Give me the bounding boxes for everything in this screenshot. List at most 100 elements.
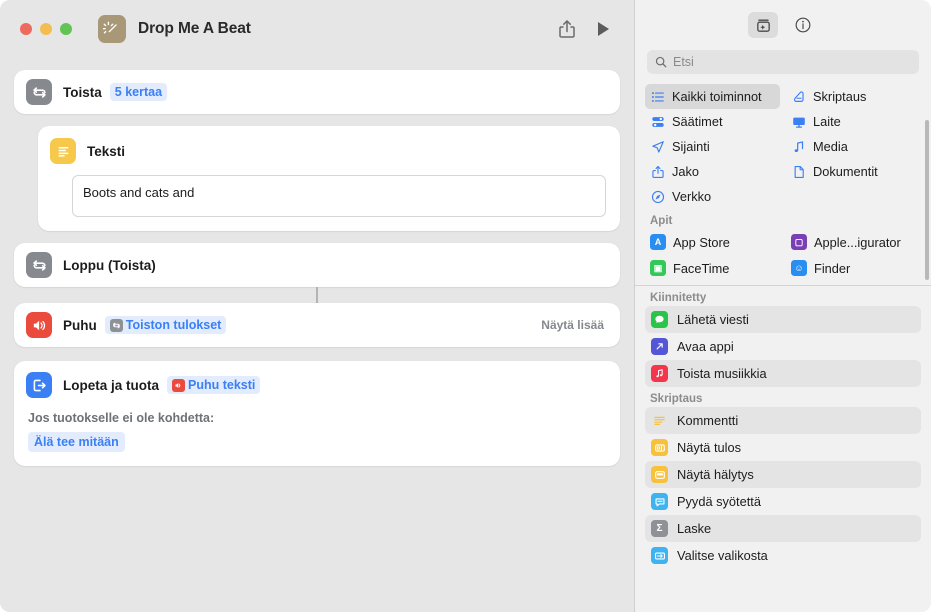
category-label: Laite bbox=[813, 114, 841, 129]
category-sijainti[interactable]: Sijainti bbox=[645, 134, 780, 159]
app-store-icon: A bbox=[650, 234, 666, 250]
finder-icon: ☺ bbox=[791, 260, 807, 276]
messages-icon bbox=[651, 311, 668, 328]
app-item-facetime[interactable]: ▣ FaceTime bbox=[645, 255, 780, 281]
list-item-valitse-valikosta[interactable]: Valitse valikosta bbox=[645, 542, 921, 569]
category-label: Jako bbox=[672, 164, 700, 179]
search-placeholder: Etsi bbox=[673, 55, 694, 69]
script-icon bbox=[791, 89, 806, 104]
action-connector-line bbox=[316, 287, 318, 303]
app-item-apple-configurator[interactable]: ▢ Apple...igurator bbox=[786, 229, 921, 255]
action-card-repeat[interactable]: Toista 5 kertaa bbox=[14, 70, 620, 114]
app-label: Finder bbox=[814, 260, 851, 276]
list-item-nayta-tulos[interactable]: Näytä tulos bbox=[645, 434, 921, 461]
exit-icon bbox=[26, 372, 52, 398]
app-label: App Store bbox=[673, 234, 730, 250]
list-item-label: Kommentti bbox=[677, 413, 739, 428]
action-title: Teksti bbox=[87, 143, 126, 159]
category-grid: Kaikki toiminnot Skriptaus Säätimet Lait… bbox=[635, 84, 931, 209]
token-label: Puhu teksti bbox=[188, 378, 256, 392]
section-header-pinned: Kiinnitetty bbox=[650, 292, 707, 304]
category-dokumentit[interactable]: Dokumentit bbox=[786, 159, 921, 184]
play-icon[interactable] bbox=[588, 14, 618, 44]
action-title: Toista bbox=[63, 84, 102, 100]
action-card-end-repeat[interactable]: Loppu (Toista) bbox=[14, 243, 620, 287]
calculate-icon: Σ bbox=[651, 520, 668, 537]
zoom-button[interactable] bbox=[60, 22, 72, 35]
category-label: Säätimet bbox=[672, 114, 723, 129]
list-item-avaa-appi[interactable]: Avaa appi bbox=[645, 333, 921, 360]
apps-grid: A App Store ▢ Apple...igurator ▣ FaceTim… bbox=[635, 229, 931, 281]
list-item-label: Avaa appi bbox=[677, 339, 734, 354]
category-label: Media bbox=[813, 139, 848, 154]
output-source-token[interactable]: Puhu teksti bbox=[167, 376, 261, 394]
repeat-icon bbox=[109, 318, 123, 332]
action-title: Loppu (Toista) bbox=[63, 257, 156, 273]
list-item-label: Lähetä viesti bbox=[677, 312, 749, 327]
category-skriptaus[interactable]: Skriptaus bbox=[786, 84, 921, 109]
close-button[interactable] bbox=[20, 22, 32, 35]
text-icon bbox=[50, 138, 76, 164]
info-circle-icon[interactable] bbox=[788, 12, 818, 38]
action-card-stop-and-output[interactable]: Lopeta ja tuota Puhu teksti Jos tuotokse… bbox=[14, 361, 620, 466]
workflow-canvas: Toista 5 kertaa Teksti Boots and cats an… bbox=[0, 57, 634, 612]
minimize-button[interactable] bbox=[40, 22, 52, 35]
list-item-kommentti[interactable]: Kommentti bbox=[645, 407, 921, 434]
token-label: Toiston tulokset bbox=[125, 318, 222, 332]
repeat-count-token[interactable]: 5 kertaa bbox=[109, 83, 168, 101]
category-kaikki-toiminnot[interactable]: Kaikki toiminnot bbox=[645, 84, 780, 109]
share-icon[interactable] bbox=[552, 14, 582, 44]
speak-input-token[interactable]: Toiston tulokset bbox=[104, 316, 227, 334]
list-item-label: Näytä hälytys bbox=[677, 467, 754, 482]
list-item-label: Toista musiikkia bbox=[677, 366, 767, 381]
location-arrow-icon bbox=[650, 139, 665, 154]
list-item-pyyda-syotetta[interactable]: Pyydä syötettä bbox=[645, 488, 921, 515]
list-item-laheta-viesti[interactable]: Lähetä viesti bbox=[645, 306, 921, 333]
list-item-laske[interactable]: Σ Laske bbox=[645, 515, 921, 542]
category-label: Sijainti bbox=[672, 139, 710, 154]
token-label: 5 kertaa bbox=[114, 85, 163, 99]
show-alert-icon bbox=[651, 466, 668, 483]
library-list: Kiinnitetty Lähetä viesti Avaa appi Tois… bbox=[635, 286, 931, 612]
action-card-speak[interactable]: Puhu Toiston tulokset Näytä lisää bbox=[14, 303, 620, 347]
ask-input-icon bbox=[651, 493, 668, 510]
search-container: Etsi bbox=[635, 50, 931, 84]
music-icon bbox=[651, 365, 668, 382]
app-item-finder[interactable]: ☺ Finder bbox=[786, 255, 921, 281]
window-titlebar: Drop Me A Beat bbox=[0, 0, 634, 57]
share-icon bbox=[650, 164, 665, 179]
action-library-icon[interactable] bbox=[748, 12, 778, 38]
category-media[interactable]: Media bbox=[786, 134, 921, 159]
category-saatimet[interactable]: Säätimet bbox=[645, 109, 780, 134]
search-input[interactable]: Etsi bbox=[647, 50, 919, 74]
app-label: Apple...igurator bbox=[814, 234, 901, 250]
text-input-field[interactable]: Boots and cats and bbox=[72, 175, 606, 217]
traffic-lights bbox=[20, 22, 72, 35]
show-result-icon bbox=[651, 439, 668, 456]
music-note-icon bbox=[791, 139, 806, 154]
category-laite[interactable]: Laite bbox=[786, 109, 921, 134]
fallback-label: Jos tuotokselle ei ole kohdetta: bbox=[28, 411, 215, 425]
display-icon bbox=[791, 114, 806, 129]
window-title: Drop Me A Beat bbox=[138, 19, 251, 37]
editor-pane: Drop Me A Beat Toista 5 kertaa Teksti Bo… bbox=[0, 0, 634, 612]
app-item-app-store[interactable]: A App Store bbox=[645, 229, 780, 255]
list-item-nayta-halytys[interactable]: Näytä hälytys bbox=[645, 461, 921, 488]
category-verkko[interactable]: Verkko bbox=[645, 184, 780, 209]
fallback-value-button[interactable]: Älä tee mitään bbox=[28, 432, 125, 452]
show-more-button[interactable]: Näytä lisää bbox=[541, 318, 608, 332]
section-header-scripting: Skriptaus bbox=[650, 393, 703, 405]
magic-wand-icon bbox=[98, 14, 126, 43]
library-scrollbar[interactable] bbox=[925, 120, 929, 280]
action-title: Lopeta ja tuota bbox=[63, 377, 160, 393]
list-item-label: Näytä tulos bbox=[677, 440, 742, 455]
category-jako[interactable]: Jako bbox=[645, 159, 780, 184]
open-app-icon bbox=[651, 338, 668, 355]
list-bullet-icon bbox=[650, 89, 665, 104]
list-item-toista-musiikkia[interactable]: Toista musiikkia bbox=[645, 360, 921, 387]
action-card-text[interactable]: Teksti Boots and cats and bbox=[38, 126, 620, 231]
category-label: Verkko bbox=[672, 189, 712, 204]
repeat-icon bbox=[26, 79, 52, 105]
sliders-icon bbox=[650, 114, 665, 129]
facetime-icon: ▣ bbox=[650, 260, 666, 276]
